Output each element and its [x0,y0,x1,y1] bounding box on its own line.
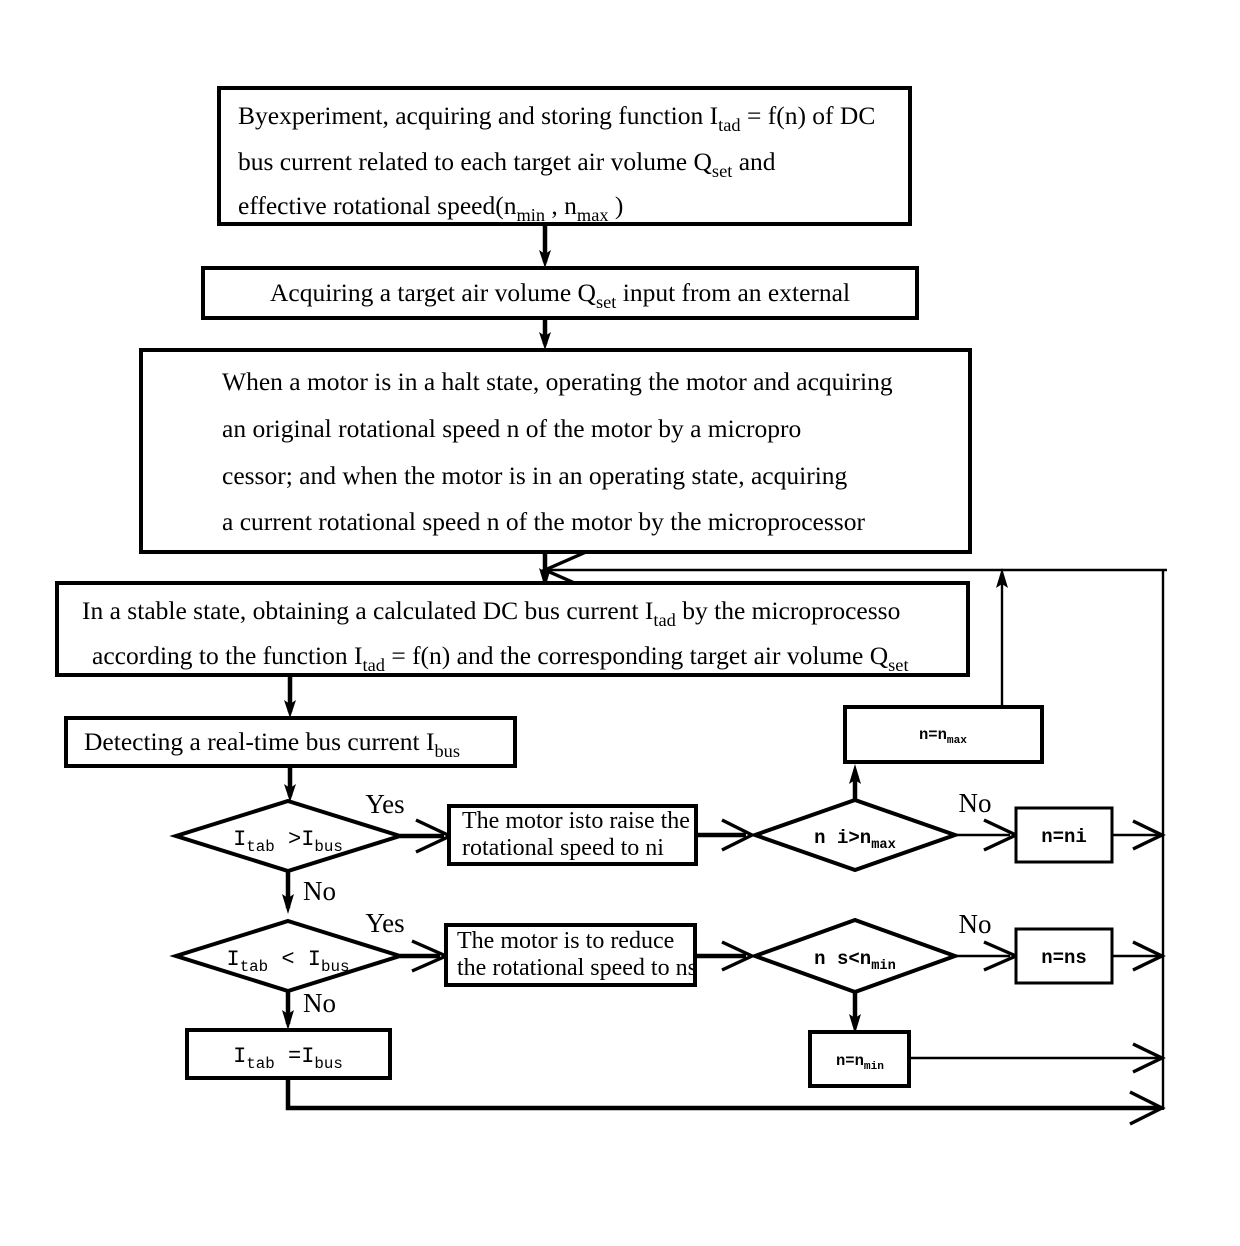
node-stable-state-line2: according to the function Itad = f(n) an… [92,641,909,675]
node-set-ns-label: n=ns [1041,947,1087,969]
flowchart-svg: Byexperiment, acquiring and storing func… [55,86,1167,1126]
edge-label-no-1: No [303,876,336,906]
node-reduce-speed-line2: the rotational speed to ns [457,955,697,981]
edge-label-no-right-2: No [959,909,992,939]
node-motor-state-line1: When a motor is in a halt state, operati… [222,367,893,396]
edge-label-yes-1: Yes [365,789,404,819]
node-stable-state-line1: In a stable state, obtaining a calculate… [82,596,900,630]
node-raise-speed-line1: The motor isto raise the [462,808,690,834]
edge-equal-to-bottom-loop [285,1078,1158,1111]
node-store-function-line3: effective rotational speed(nmin , nmax ) [238,191,623,225]
node-store-function-line2: bus current related to each target air v… [238,147,776,181]
node-motor-state-line2: an original rotational speed n of the mo… [222,414,801,443]
node-detect-bus-text: Detecting a real-time bus current Ibus [84,727,460,761]
flowchart-canvas: Byexperiment, acquiring and storing func… [0,0,1240,1246]
node-acquire-target-text: Acquiring a target air volume Qset input… [270,278,850,312]
edge-label-no-2: No [303,988,336,1018]
node-set-ni-label: n=ni [1041,826,1087,848]
node-store-function-line1: Byexperiment, acquiring and storing func… [238,101,875,135]
node-raise-speed-line2: rotational speed to ni [462,835,664,861]
node-motor-state-line4: a current rotational speed n of the moto… [222,507,865,536]
edge-label-yes-2: Yes [365,908,404,938]
node-motor-state-line3: cessor; and when the motor is in an oper… [222,461,848,490]
node-reduce-speed-line1: The motor is to reduce [457,928,674,954]
edge-label-no-right-1: No [959,788,992,818]
